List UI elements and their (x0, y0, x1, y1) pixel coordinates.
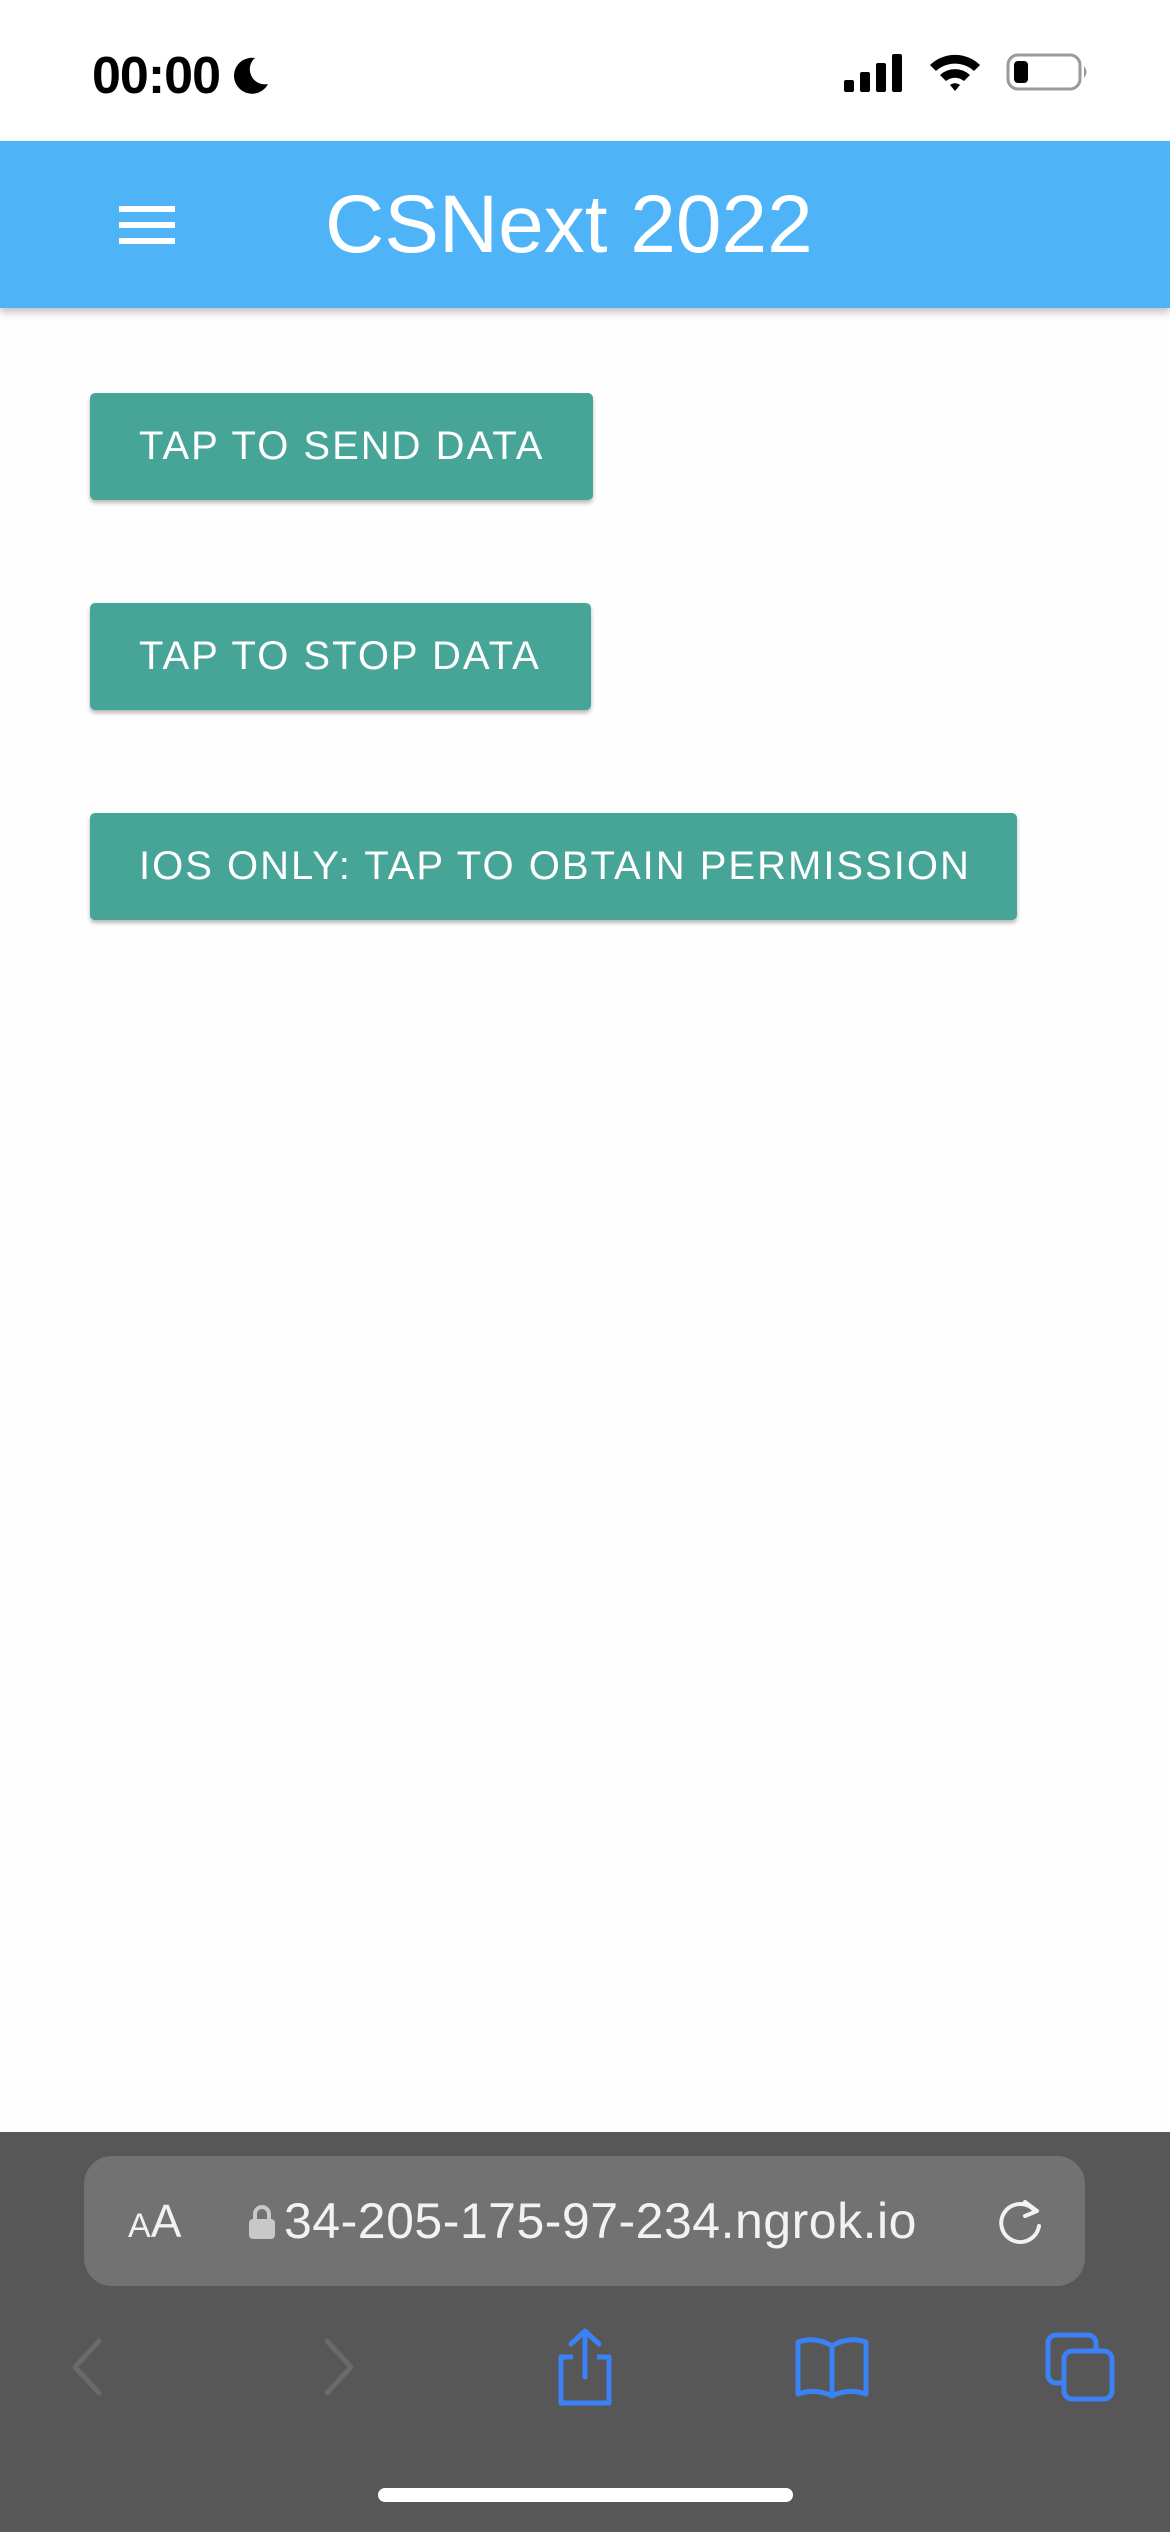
aa-small-label: A (128, 2207, 151, 2245)
back-icon (72, 2338, 102, 2396)
app-bar: CSNext 2022 (0, 141, 1170, 308)
home-indicator (378, 2488, 793, 2502)
cellular-signal-icon (844, 54, 902, 92)
reload-icon[interactable] (995, 2196, 1047, 2248)
browser-nav-row (0, 2322, 1170, 2432)
screen: 00:00 CSNext 2022 TAP TO SEND DATA TAP T… (0, 0, 1170, 2532)
lock-icon (249, 2205, 275, 2239)
wifi-icon (930, 54, 980, 91)
back-button[interactable] (42, 2322, 132, 2412)
menu-button[interactable] (102, 187, 192, 263)
hamburger-menu-icon (119, 206, 175, 244)
url-text: 34-205-175-97-234.ngrok.io (284, 2193, 917, 2249)
reader-settings-button[interactable]: AA (128, 2156, 181, 2286)
status-bar: 00:00 (0, 0, 1170, 141)
forward-icon (324, 2338, 354, 2396)
page-title: CSNext 2022 (325, 179, 813, 270)
obtain-permission-button[interactable]: IOS ONLY: TAP TO OBTAIN PERMISSION (90, 813, 1017, 920)
moon-icon (234, 57, 268, 94)
status-icons (844, 52, 1090, 92)
forward-button[interactable] (294, 2322, 384, 2412)
tabs-icon (1045, 2332, 1115, 2402)
bookmarks-button[interactable] (787, 2322, 877, 2412)
address-bar[interactable]: AA 34-205-175-97-234.ngrok.io (84, 2156, 1085, 2286)
status-time-group: 00:00 (92, 44, 272, 108)
share-icon (558, 2328, 612, 2406)
send-data-button[interactable]: TAP TO SEND DATA (90, 393, 593, 500)
bookmarks-icon (795, 2337, 869, 2399)
share-button[interactable] (540, 2322, 630, 2412)
tabs-button[interactable] (1035, 2322, 1125, 2412)
status-time: 00:00 (92, 47, 221, 105)
browser-toolbar: AA 34-205-175-97-234.ngrok.io (0, 2132, 1170, 2532)
aa-big-label: A (150, 2195, 182, 2247)
stop-data-button[interactable]: TAP TO STOP DATA (90, 603, 591, 710)
battery-icon (1006, 53, 1087, 91)
